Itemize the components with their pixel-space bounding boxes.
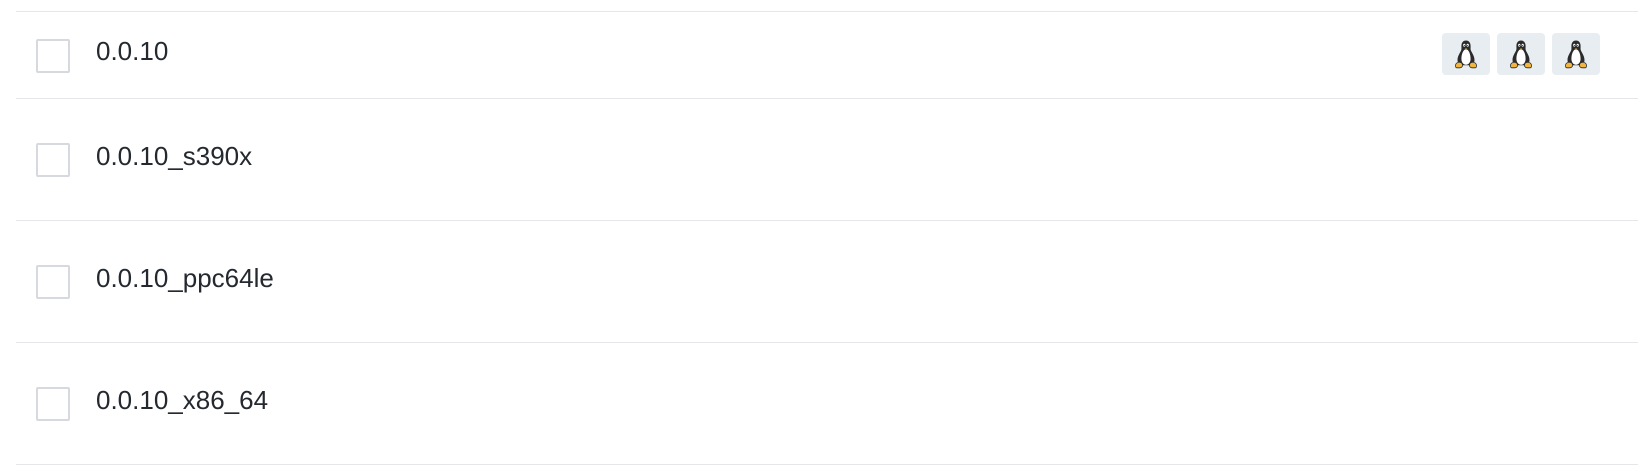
platform-badge-linux[interactable] bbox=[1442, 33, 1490, 75]
tag-row: 0.0.10_x86_64 bbox=[16, 343, 1638, 465]
tag-checkbox[interactable] bbox=[36, 265, 70, 299]
tag-checkbox[interactable] bbox=[36, 387, 70, 421]
platform-badges bbox=[1442, 33, 1600, 75]
tag-row: 0.0.10_s390x bbox=[16, 99, 1638, 221]
tag-name[interactable]: 0.0.10 bbox=[96, 36, 168, 66]
tag-name[interactable]: 0.0.10_x86_64 bbox=[96, 385, 268, 415]
linux-icon bbox=[1510, 40, 1532, 69]
platform-badge-linux[interactable] bbox=[1552, 33, 1600, 75]
linux-icon bbox=[1455, 40, 1477, 69]
tag-name[interactable]: 0.0.10_s390x bbox=[96, 141, 252, 171]
tag-checkbox[interactable] bbox=[36, 39, 70, 73]
tag-row: 0.0.10 bbox=[16, 12, 1638, 99]
tag-row: 0.0.10_ppc64le bbox=[16, 221, 1638, 343]
linux-icon bbox=[1565, 40, 1587, 69]
platform-badge-linux[interactable] bbox=[1497, 33, 1545, 75]
tag-list: 0.0.10 0.0.10_s390x 0.0.10_ppc64le 0.0.1… bbox=[16, 11, 1638, 465]
tag-checkbox[interactable] bbox=[36, 143, 70, 177]
tag-name[interactable]: 0.0.10_ppc64le bbox=[96, 263, 274, 293]
